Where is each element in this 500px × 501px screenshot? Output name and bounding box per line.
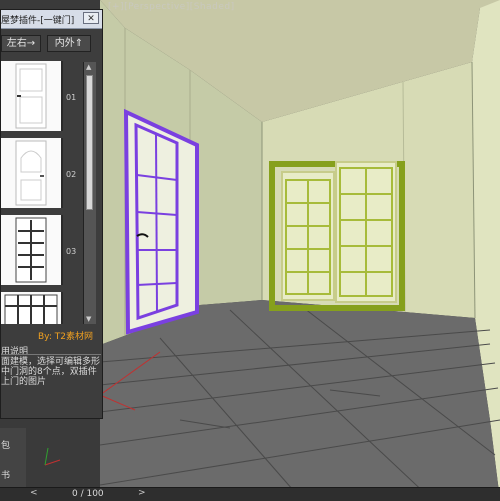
item-number: 02: [66, 170, 77, 179]
door-thumbnail[interactable]: [1, 138, 63, 208]
time-slider[interactable]: < 0 / 100 >: [0, 487, 500, 501]
divider: [1, 354, 101, 355]
sliding-door[interactable]: [269, 161, 405, 311]
list-item[interactable]: 01: [1, 57, 96, 134]
plugin-window: 屋梦插件-[一键门] ✕ 左右→ 内外⇑ 01 02 03 ▲ ▼ By: T2…: [0, 9, 103, 419]
side-item[interactable]: 包: [1, 438, 10, 451]
plugin-titlebar[interactable]: 屋梦插件-[一键门] ✕: [1, 10, 102, 29]
frame-counter: 0 / 100: [72, 489, 104, 499]
door-thumbnail[interactable]: [1, 61, 63, 131]
in-out-button[interactable]: 内外⇑: [47, 35, 91, 52]
help-title: 用说明: [1, 347, 29, 357]
door-thumbnail[interactable]: [1, 292, 63, 324]
list-item[interactable]: 03: [1, 211, 96, 288]
list-item[interactable]: 02: [1, 134, 96, 211]
scroll-down-icon[interactable]: ▼: [86, 315, 91, 323]
list-scrollbar[interactable]: ▲ ▼: [83, 62, 96, 324]
chevron-left-icon[interactable]: <: [30, 488, 38, 498]
side-item[interactable]: 书: [1, 468, 10, 481]
door-list[interactable]: 01 02 03: [1, 57, 96, 324]
plugin-title: 屋梦插件-[一键门]: [1, 16, 75, 26]
axis-tripod: [44, 447, 61, 466]
item-number: 01: [66, 93, 77, 102]
scroll-up-icon[interactable]: ▲: [86, 63, 91, 71]
floor: [100, 300, 500, 500]
viewport-label[interactable]: [+][Perspective][Shaded]: [108, 2, 235, 12]
item-number: 03: [66, 247, 77, 256]
left-right-button[interactable]: 左右→: [1, 35, 41, 52]
scrollbar-thumb[interactable]: [86, 75, 93, 210]
help-text: 面建模，选择可编辑多形中门洞的8个点，双插件上门的图片: [1, 357, 101, 387]
chevron-right-icon[interactable]: >: [138, 488, 146, 498]
author-credit: By: T2素材网: [38, 332, 93, 342]
close-icon[interactable]: ✕: [83, 12, 99, 24]
door-thumbnail[interactable]: [1, 215, 63, 285]
selected-door[interactable]: [123, 108, 199, 335]
list-item[interactable]: [1, 288, 96, 324]
